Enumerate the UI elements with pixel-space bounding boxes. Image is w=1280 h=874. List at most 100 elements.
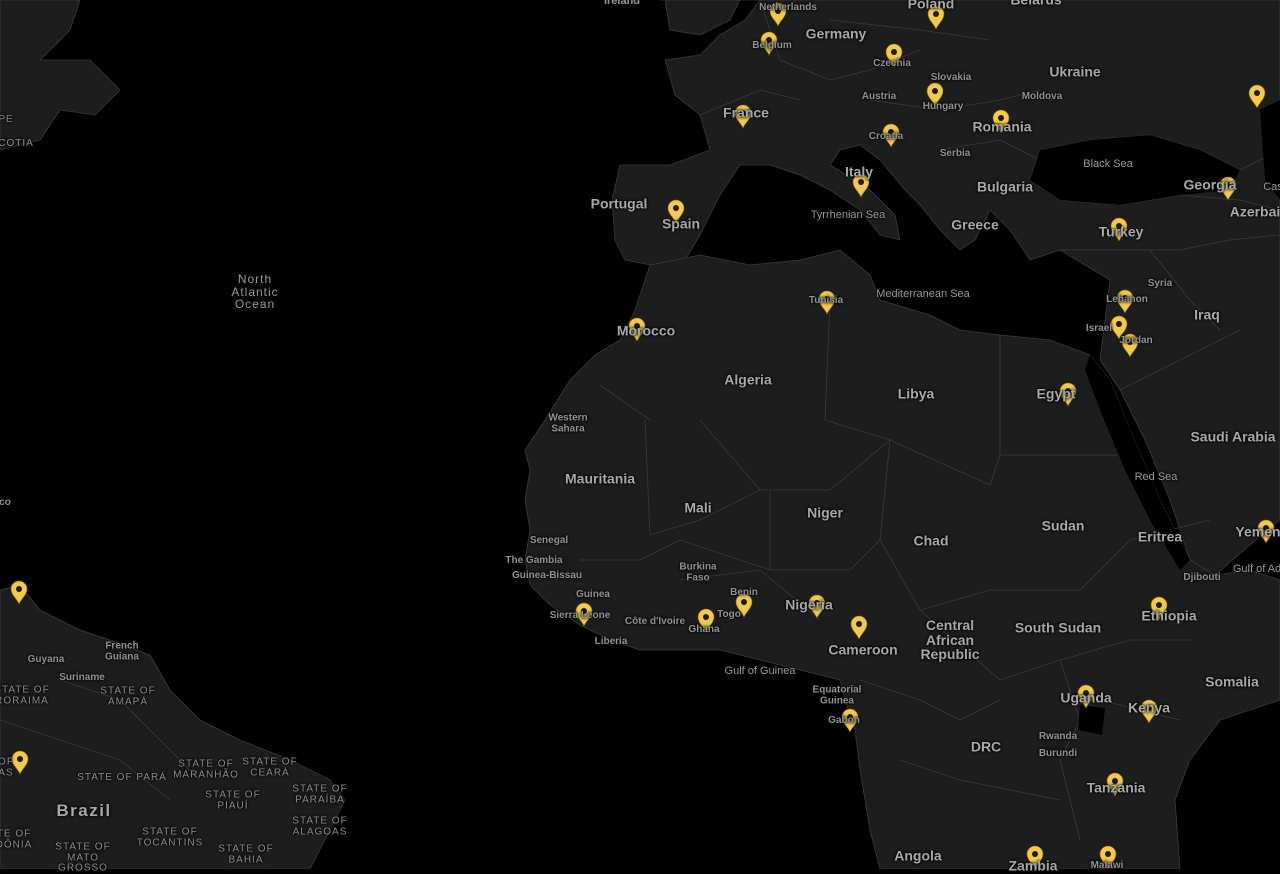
map-label-bahia: STATE OF BAHIA (218, 843, 274, 865)
map-label-somalia: Somalia (1205, 673, 1259, 690)
map-label-amapa: STATE OF AMAPÁ (100, 685, 156, 707)
map-label-poland: Poland (907, 0, 955, 12)
map-label-gabon: Gabon (828, 714, 860, 726)
map-label-sudan: Sudan (1041, 517, 1085, 534)
map-label-kenya: Kenya (1127, 699, 1171, 716)
map-label-black-sea: Black Sea (1083, 158, 1133, 171)
map-label-iraq: Iraq (1194, 306, 1220, 323)
map-label-georgia: Georgia (1183, 176, 1237, 193)
map-label-syria: Syria (1147, 277, 1173, 289)
map-label-ghana: Ghana (688, 623, 720, 635)
map-label-senegal: Senegal (529, 534, 569, 546)
map-label-azerbaijan: Azerbai (1229, 203, 1280, 220)
map-label-djibouti: Djibouti (1183, 571, 1221, 583)
map-label-tyrrhenian: Tyrrhenian Sea (810, 209, 886, 222)
map-label-mediterranean: Mediterranean Sea (876, 288, 970, 301)
map-label-niger: Niger (807, 504, 843, 521)
map-label-rondonia: TE OF DÔNIA (0, 828, 33, 850)
map-label-amazonas: OF AS (0, 756, 14, 778)
map-label-french-guiana: French Guiana (105, 640, 139, 662)
map-label-suriname: Suriname (59, 671, 105, 683)
map-label-bulgaria: Bulgaria (976, 178, 1034, 195)
map-label-turkey: Turkey (1098, 223, 1144, 240)
map-label-belarus: Belarus (1010, 0, 1061, 7)
map-label-israel: Israel (1085, 322, 1113, 334)
map-label-tunisia: Tunisia (808, 294, 844, 306)
map-label-rwanda: Rwanda (1038, 730, 1078, 742)
map-label-libya: Libya (897, 385, 935, 402)
map-label-south-sudan: South Sudan (1014, 619, 1102, 636)
map-label-czechia: Czechia (873, 57, 911, 69)
map-label-hungary: Hungary (922, 100, 964, 112)
map-label-mauritania: Mauritania (564, 470, 636, 487)
map-label-benin: Benin (730, 586, 758, 598)
map-canvas[interactable] (0, 0, 1280, 869)
map-label-serbia: Serbia (939, 147, 971, 159)
map-label-morocco: Morocco (616, 322, 676, 339)
map-label-italy: Italy (844, 163, 874, 180)
map-label-roraima: STATE OF RORAIMA (0, 684, 50, 706)
map-label-eritrea: Eritrea (1137, 528, 1183, 545)
map-label-angola: Angola (894, 847, 942, 864)
map-label-jordan: Jordan (1119, 334, 1153, 346)
map-label-ceara: STATE OF CEARÁ (242, 756, 298, 778)
map-label-togo: Togo (717, 608, 741, 620)
map-label-zambia: Zambia (1008, 857, 1058, 874)
map-label-germany: Germany (805, 25, 867, 42)
map-label-france: France (723, 104, 769, 121)
map-label-mexico-edge: co (0, 496, 11, 508)
lake-victoria (1078, 705, 1105, 735)
map-label-spain: Spain (661, 215, 701, 232)
map-label-moldova: Moldova (1021, 90, 1063, 102)
map-label-uganda: Uganda (1060, 689, 1112, 706)
map-label-piaui: STATE OF PIAUÍ (205, 789, 261, 811)
map-label-belgium: Belgium (752, 39, 792, 51)
map-label-liberia: Liberia (594, 635, 628, 647)
map-label-egypt: Egypt (1036, 385, 1076, 402)
map-label-algeria: Algeria (724, 371, 772, 388)
map-label-cote-divoire: Côte d'Ivoire (624, 615, 686, 627)
map-label-sierra-leone: Sierra Leone (549, 609, 611, 621)
map-label-chad: Chad (913, 532, 949, 549)
map-label-red-sea: Red Sea (1134, 471, 1178, 484)
map-label-drc: DRC (970, 738, 1002, 755)
map-label-alagoas: STATE OF ALAGOAS (292, 815, 348, 837)
map-label-mato-grosso: STATE OF MATO GROSSO (55, 841, 111, 874)
map-label-ukraine: Ukraine (1049, 63, 1101, 80)
map-label-slovakia: Slovakia (930, 71, 972, 83)
map-label-guinea-bissau: Guinea-Bissau (511, 569, 583, 581)
map-label-burkina-faso: Burkina Faso (679, 561, 717, 583)
map-label-guinea: Guinea (576, 588, 610, 600)
map-label-gambia: The Gambia (505, 554, 563, 566)
map-label-lebanon: Lebanon (1106, 293, 1148, 305)
map-label-western-sahara: Western Sahara (548, 412, 588, 434)
map-label-guyana: Guyana (27, 653, 65, 665)
map-label-yemen: Yemen (1235, 523, 1280, 540)
map-label-nigeria: Nigeria (785, 596, 833, 613)
map-label-para: STATE OF PARÁ (77, 771, 167, 783)
map-label-equatorial-guinea: Equatorial Guinea (812, 684, 862, 706)
map-label-portugal: Portugal (590, 195, 648, 212)
map-label-paraiba: STATE OF PARAÍBA (292, 783, 348, 805)
map-label-tanzania: Tanzania (1086, 779, 1146, 796)
map-label-netherlands: Netherlands (759, 1, 817, 13)
map-label-malawi: Malawi (1090, 859, 1124, 871)
map-label-gulf-aden: Gulf of Ad (1232, 563, 1280, 576)
map-label-croatia: Croatia (868, 130, 904, 142)
map-label-romania: Romania (972, 118, 1032, 135)
map-label-brazil: Brazil (56, 801, 112, 821)
map-label-ireland: Ireland (603, 0, 641, 8)
map-label-ethiopia: Ethiopia (1141, 607, 1197, 624)
map-label-caspian: Cas (1263, 181, 1280, 194)
map-label-greece: Greece (951, 216, 999, 233)
map-label-nova-scotia-1: PE (0, 113, 14, 125)
map-label-mali: Mali (684, 499, 712, 516)
map-label-tocantins: STATE OF TOCANTINS (136, 826, 204, 848)
map-label-central-african-republic: Central African Republic (920, 616, 980, 663)
map-label-burundi: Burundi (1038, 747, 1078, 759)
map-label-saudi-arabia: Saudi Arabia (1190, 428, 1276, 445)
map-label-cameroon: Cameroon (828, 641, 898, 658)
map-label-north-atlantic: North Atlantic Ocean (231, 272, 279, 312)
map-label-gulf-guinea: Gulf of Guinea (724, 665, 796, 678)
map-label-austria: Austria (861, 90, 897, 102)
